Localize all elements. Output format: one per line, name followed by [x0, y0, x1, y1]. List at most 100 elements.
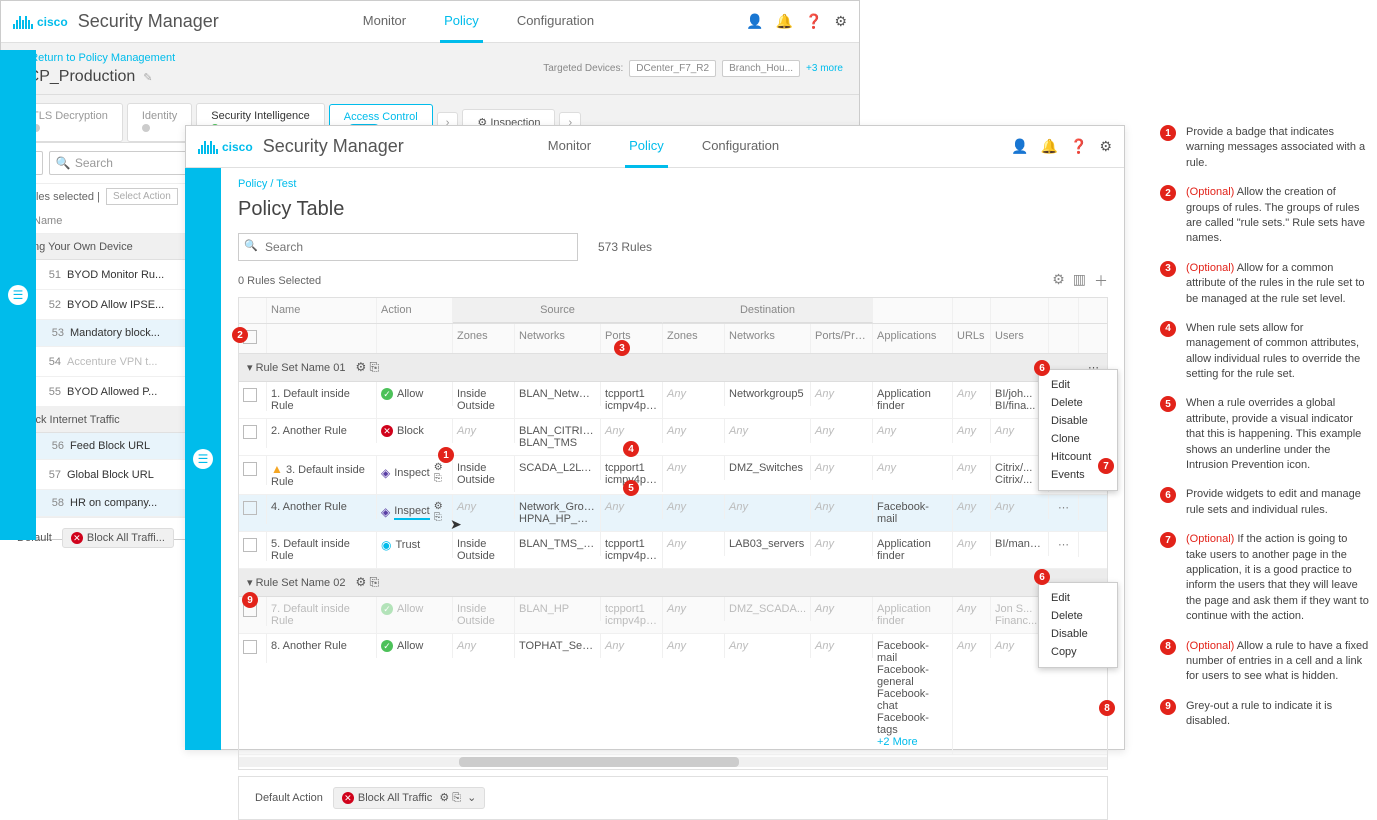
scrollbar[interactable] [239, 757, 1107, 767]
checkbox[interactable] [243, 501, 257, 515]
annotation-text: (Optional) If the action is going to tak… [1186, 532, 1370, 624]
selected-count: 0 Rules Selected [238, 275, 321, 287]
menu-item[interactable]: Copy [1039, 643, 1117, 661]
edit-icon[interactable]: ✎ [143, 71, 152, 84]
annotations: 1Provide a badge that indicates warning … [1160, 125, 1370, 744]
nav-policy[interactable]: Policy [440, 1, 483, 43]
block-all-chip[interactable]: ✕Block All Traffic ⚙ ⎘ ⌄ [333, 787, 486, 809]
page-title: Policy Table [222, 194, 1124, 233]
app-title: Security Manager [78, 11, 219, 32]
row-menu: EditDeleteDisableCopy [1038, 582, 1118, 668]
default-action-label: Default Action [255, 792, 323, 804]
checkbox[interactable] [243, 462, 257, 476]
checkbox[interactable] [243, 538, 257, 552]
annotation-text: Grey-out a rule to indicate it is disabl… [1186, 699, 1370, 730]
warning-icon: ▲ [271, 462, 283, 476]
rules-count: 573 Rules [598, 240, 652, 254]
annotation-text: Provide widgets to edit and manage rule … [1186, 487, 1370, 518]
annotation-text: (Optional) Allow the creation of groups … [1186, 185, 1370, 247]
select-action[interactable]: Select Action [106, 188, 178, 205]
callout-5: 5 [623, 480, 639, 496]
front-panel: cisco Security Manager Monitor Policy Co… [185, 125, 1125, 750]
hamburger-icon[interactable]: ☰ [193, 449, 213, 469]
bell-icon[interactable]: 🔔 [776, 13, 793, 30]
nav-monitor[interactable]: Monitor [359, 1, 410, 43]
hamburger-icon[interactable]: ☰ [8, 285, 28, 305]
th-destination: Destination [663, 298, 873, 323]
menu-item[interactable]: Edit [1039, 589, 1117, 607]
breadcrumb[interactable]: Policy / Test [222, 168, 1124, 194]
ruleset-row[interactable]: ▾ Rule Set Name 01⚙ ⎘⋯ [239, 354, 1107, 382]
gear-icon[interactable]: ⚙ [834, 13, 847, 30]
table-row[interactable]: 4. Another Rule ◈ Inspect ⚙ ⎘ Any Networ… [239, 495, 1107, 532]
checkbox[interactable] [243, 388, 257, 402]
ruleset-row[interactable]: ▾ Rule Set Name 02⚙ ⎘⋯ [239, 569, 1107, 597]
annotation-text: (Optional) Allow a rule to have a fixed … [1186, 639, 1370, 685]
help-icon[interactable]: ❓ [1070, 138, 1087, 155]
sidebar-tab-front: ☰ [185, 168, 221, 750]
sidebar-tab-back: ☰ [0, 50, 36, 540]
device-chip[interactable]: Branch_Hou... [722, 60, 800, 77]
annotation-text: (Optional) Allow for a common attribute … [1186, 261, 1370, 307]
more-link[interactable]: +2 More [877, 736, 918, 748]
annotation-text: Provide a badge that indicates warning m… [1186, 125, 1370, 171]
return-link[interactable]: ↶ Return to Policy Management [17, 51, 175, 64]
callout-6: 6 [1034, 360, 1050, 376]
user-icon[interactable]: 👤 [1011, 138, 1028, 155]
header: cisco Security Manager Monitor Policy Co… [186, 126, 1124, 168]
menu-item[interactable]: Disable [1039, 625, 1117, 643]
callout-7: 7 [1098, 458, 1114, 474]
nav-monitor[interactable]: Monitor [544, 126, 595, 168]
menu-item[interactable]: Edit [1039, 376, 1117, 394]
menu-item[interactable]: Disable [1039, 412, 1117, 430]
device-chip[interactable]: DCenter_F7_R2 [629, 60, 716, 77]
annotation-text: When rule sets allow for management of c… [1186, 321, 1370, 383]
nav-policy[interactable]: Policy [625, 126, 668, 168]
menu-item[interactable]: Delete [1039, 607, 1117, 625]
block-all-chip[interactable]: ✕Block All Traffi... [62, 528, 174, 548]
header: cisco Security Manager Monitor Policy Co… [1, 1, 859, 43]
callout-4: 4 [623, 441, 639, 457]
table-row[interactable]: 2. Another Rule ✕ Block Any BLAN_CITRIXE… [239, 419, 1107, 456]
nav: Monitor Policy Configuration [359, 1, 598, 43]
cisco-logo: cisco [198, 140, 253, 154]
th-action: Action [377, 298, 453, 323]
add-icon[interactable]: ＋ [1094, 271, 1108, 291]
menu-item[interactable]: Clone [1039, 430, 1117, 448]
menu-item[interactable]: Delete [1039, 394, 1117, 412]
more-devices[interactable]: +3 more [806, 63, 843, 74]
callout-3: 3 [614, 340, 630, 356]
table-row[interactable]: ▲ 3. Default inside Rule ◈ Inspect ⚙ ⎘ I… [239, 456, 1107, 495]
callout-6: 6 [1034, 569, 1050, 585]
table-row[interactable]: 8. Another Rule ✓ Allow Any TOPHAT_Serve… [239, 634, 1107, 755]
help-icon[interactable]: ❓ [805, 13, 822, 30]
more-icon[interactable]: ⋯ [1049, 532, 1079, 557]
checkbox[interactable] [243, 425, 257, 439]
cisco-logo: cisco [13, 15, 68, 29]
th-name: Name [267, 298, 377, 323]
callout-8: 8 [1099, 700, 1115, 716]
nav-config[interactable]: Configuration [513, 1, 598, 43]
table-row[interactable]: 5. Default inside Rule ◉ Trust InsideOut… [239, 532, 1107, 569]
nav-config[interactable]: Configuration [698, 126, 783, 168]
columns-icon[interactable]: ▥ [1073, 271, 1086, 291]
annotation-text: When a rule overrides a global attribute… [1186, 396, 1370, 473]
targeted-label: Targeted Devices: [543, 63, 623, 74]
callout-2: 2 [232, 327, 248, 343]
more-icon[interactable]: ⋯ [1049, 495, 1079, 520]
checkbox[interactable] [243, 640, 257, 654]
user-icon[interactable]: 👤 [746, 13, 763, 30]
app-title: Security Manager [263, 136, 404, 157]
bell-icon[interactable]: 🔔 [1041, 138, 1058, 155]
table-row[interactable]: 1. Default inside Rule ✓ Allow InsideOut… [239, 382, 1107, 419]
subheader: ↶ Return to Policy Management ACP_Produc… [1, 43, 859, 95]
tab-identity[interactable]: Identity [127, 103, 192, 142]
cursor-icon: ➤ [450, 516, 462, 533]
callout-1: 1 [438, 447, 454, 463]
table-row[interactable]: 7. Default inside Rule ✓ Allow InsideOut… [239, 597, 1107, 634]
gear-icon[interactable]: ⚙ [1099, 138, 1112, 155]
callout-9: 9 [242, 592, 258, 608]
gear-icon[interactable]: ⚙ [1052, 271, 1065, 291]
th-source: Source [453, 298, 663, 323]
search-input[interactable] [238, 233, 578, 261]
